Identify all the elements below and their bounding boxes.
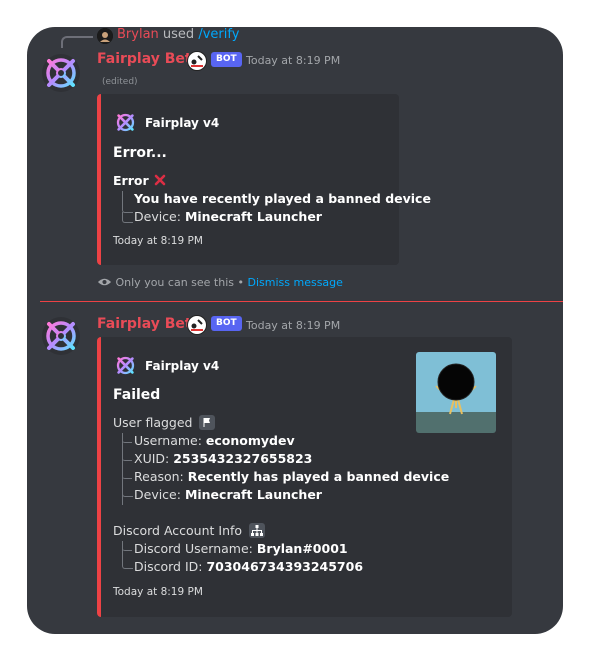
embed-line: XUID: 2535432327655823 — [134, 451, 312, 466]
reply-connector — [61, 36, 93, 48]
field-name-text: Error — [113, 173, 149, 188]
message-username[interactable]: Fairplay Beta — [97, 51, 201, 67]
hierarchy-icon — [249, 523, 266, 538]
new-messages-divider — [40, 301, 563, 302]
ephemeral-note: Only you can see this • Dismiss message — [97, 276, 343, 289]
reply-username[interactable]: Brylan — [117, 27, 159, 42]
tree-branch — [122, 433, 132, 443]
embed-title: Error... — [113, 145, 167, 161]
bot-avatar[interactable] — [41, 53, 81, 93]
embed-line: Device: Minecraft Launcher — [134, 209, 322, 224]
embed-author[interactable]: Fairplay v4 — [145, 116, 219, 130]
line-value: Minecraft Launcher — [184, 209, 322, 224]
line-value: Minecraft Launcher — [184, 487, 322, 502]
fairplay-logo-icon — [114, 354, 137, 377]
embed-thumbnail[interactable] — [416, 352, 496, 433]
line-value: economydev — [205, 433, 295, 448]
tree-branch — [122, 487, 133, 497]
embed-line: Username: economydev — [134, 433, 295, 448]
tree-branch — [122, 469, 132, 479]
tree-branch — [122, 541, 132, 551]
reply-preview[interactable]: Brylan used /verify — [117, 27, 239, 42]
fairplay-logo-icon — [114, 111, 137, 134]
embed-field-name: Error — [113, 172, 167, 189]
embed-footer: Today at 8:19 PM — [113, 586, 203, 598]
section-heading-text: Discord Account Info — [113, 523, 243, 538]
red-x-icon — [152, 172, 167, 187]
dismiss-message-link[interactable]: Dismiss message — [248, 276, 343, 289]
line-label: Discord ID: — [134, 559, 207, 574]
reply-user-avatar[interactable] — [97, 28, 113, 44]
tree-branch — [122, 212, 133, 223]
line-label: Device: — [134, 209, 185, 224]
line-label: Device: — [134, 487, 185, 502]
embed-line: Device: Minecraft Launcher — [134, 487, 322, 502]
bot-avatar[interactable] — [41, 316, 81, 356]
line-value: You have recently played a banned device — [134, 191, 431, 206]
section-heading: Discord Account Info — [113, 523, 266, 539]
embed-failed: Fairplay v4 Failed User flagged Username… — [97, 337, 512, 617]
line-label: Username: — [134, 433, 206, 448]
flag-icon — [199, 415, 216, 430]
embed-title: Failed — [113, 387, 161, 403]
message-timestamp[interactable]: Today at 8:19 PM — [246, 54, 340, 67]
fairplay-logo-icon — [42, 317, 80, 355]
embed-line: Reason: Recently has played a banned dev… — [134, 469, 449, 484]
line-label: Discord Username: — [134, 541, 257, 556]
line-value: 703046734393245706 — [206, 559, 364, 574]
bot-emoji-icon — [187, 51, 207, 71]
bot-emoji-icon — [187, 315, 207, 335]
tree-branch — [122, 559, 133, 569]
line-label: XUID: — [134, 451, 174, 466]
line-value: Recently has played a banned device — [187, 469, 450, 484]
embed-line: You have recently played a banned device — [134, 191, 431, 206]
embed-footer: Today at 8:19 PM — [113, 235, 203, 247]
fairplay-logo-icon — [42, 54, 80, 92]
chat-panel: Brylan used /verify Fairplay Beta BOT To… — [27, 27, 563, 634]
embed-line: Discord ID: 703046734393245706 — [134, 559, 363, 574]
message-timestamp[interactable]: Today at 8:19 PM — [246, 319, 340, 332]
ephemeral-separator: • — [237, 276, 245, 289]
line-value: 2535432327655823 — [173, 451, 313, 466]
embed-author[interactable]: Fairplay v4 — [145, 359, 219, 373]
embed-error: Fairplay v4 Error... Error You have rece… — [97, 94, 431, 265]
bot-badge: BOT — [211, 316, 242, 331]
section-heading: User flagged — [113, 415, 216, 431]
reply-used-label: used — [162, 27, 195, 42]
bot-badge: BOT — [211, 52, 242, 67]
embed-line: Discord Username: Brylan#0001 — [134, 541, 348, 556]
reply-command[interactable]: /verify — [198, 27, 239, 42]
line-label: Reason: — [134, 469, 188, 484]
message-username[interactable]: Fairplay Beta — [97, 316, 201, 332]
tree-branch — [122, 451, 132, 461]
line-value: Brylan#0001 — [256, 541, 348, 556]
section-heading-text: User flagged — [113, 415, 193, 430]
eye-icon — [97, 278, 112, 286]
ephemeral-text: Only you can see this — [115, 276, 235, 289]
edited-marker: (edited) — [102, 77, 138, 87]
